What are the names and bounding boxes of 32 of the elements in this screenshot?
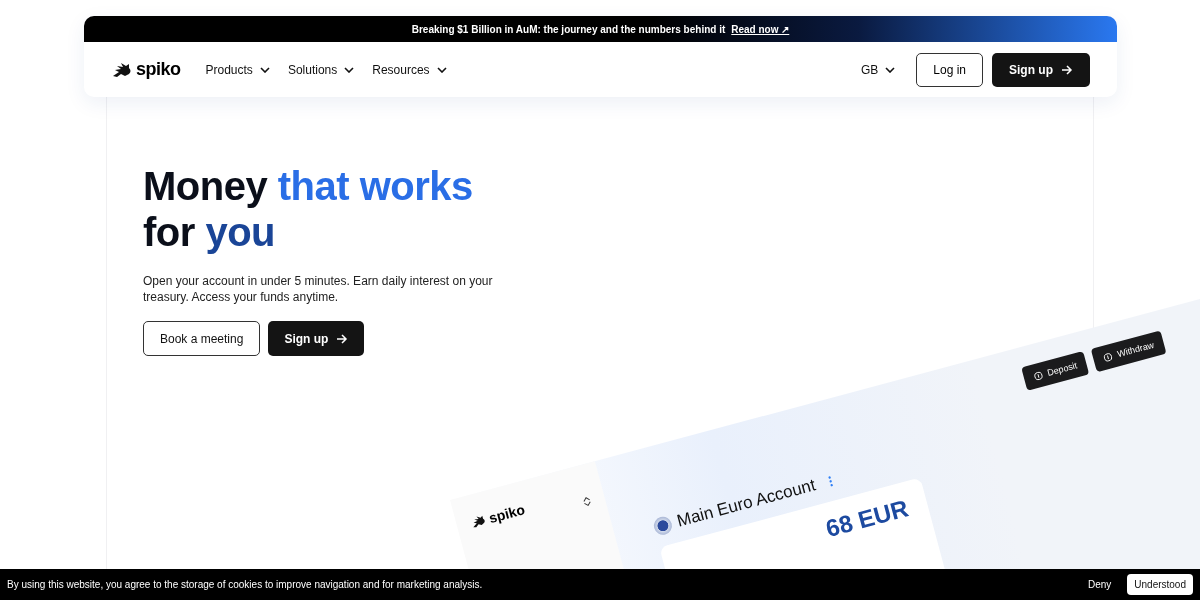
hero-headline: Money that works for you	[143, 163, 474, 255]
circle-icon	[1102, 351, 1114, 363]
app-logo-text: spiko	[487, 501, 527, 527]
chevron-down-icon	[885, 66, 896, 73]
arrow-right-icon	[336, 333, 349, 344]
nav-menu[interactable]: Resources	[365, 58, 454, 81]
action-button[interactable]: Withdraw	[1091, 330, 1167, 373]
hero-subtitle: Open your account in under 5 minutes. Earn daily interest on your treasury. Access your funds anytime.	[143, 273, 493, 305]
more-options-icon[interactable]	[827, 475, 834, 487]
arrow-right-icon	[1061, 64, 1073, 75]
nav-menu[interactable]: Products	[198, 58, 277, 81]
language-selector[interactable]: GB	[853, 58, 903, 81]
logo-text[interactable]: spiko	[136, 59, 181, 80]
chevron-down-icon	[436, 66, 447, 73]
signup-button[interactable]: Sign up	[992, 52, 1090, 87]
hedgehog-logo-icon	[111, 61, 133, 78]
chevron-down-icon	[259, 66, 270, 73]
login-button[interactable]: Log in	[916, 52, 983, 87]
accept-button[interactable]: Understood	[1127, 574, 1193, 595]
chevron-updown-icon[interactable]	[581, 495, 593, 508]
cookie-text: By using this website, you agree to the storage of cookies to improve navigation and for marketing analysis.	[7, 579, 483, 590]
account-title: Main Euro Account	[674, 475, 818, 532]
banner-text: Breaking $1 Billion in AuM: the journey and the numbers behind it	[411, 23, 726, 35]
nav-menu[interactable]: Solutions	[280, 58, 362, 81]
action-button[interactable]: Deposit	[1021, 350, 1090, 391]
circle-icon	[1032, 370, 1044, 381]
deny-button[interactable]: Deny	[1081, 578, 1118, 591]
cta-button[interactable]: Book a meeting	[143, 321, 261, 356]
balance-amount: 68 EUR	[822, 494, 911, 543]
read-now-link[interactable]: Read now ↗	[731, 23, 790, 35]
chevron-down-icon	[344, 66, 355, 73]
cta-button[interactable]: Sign up	[268, 321, 365, 356]
